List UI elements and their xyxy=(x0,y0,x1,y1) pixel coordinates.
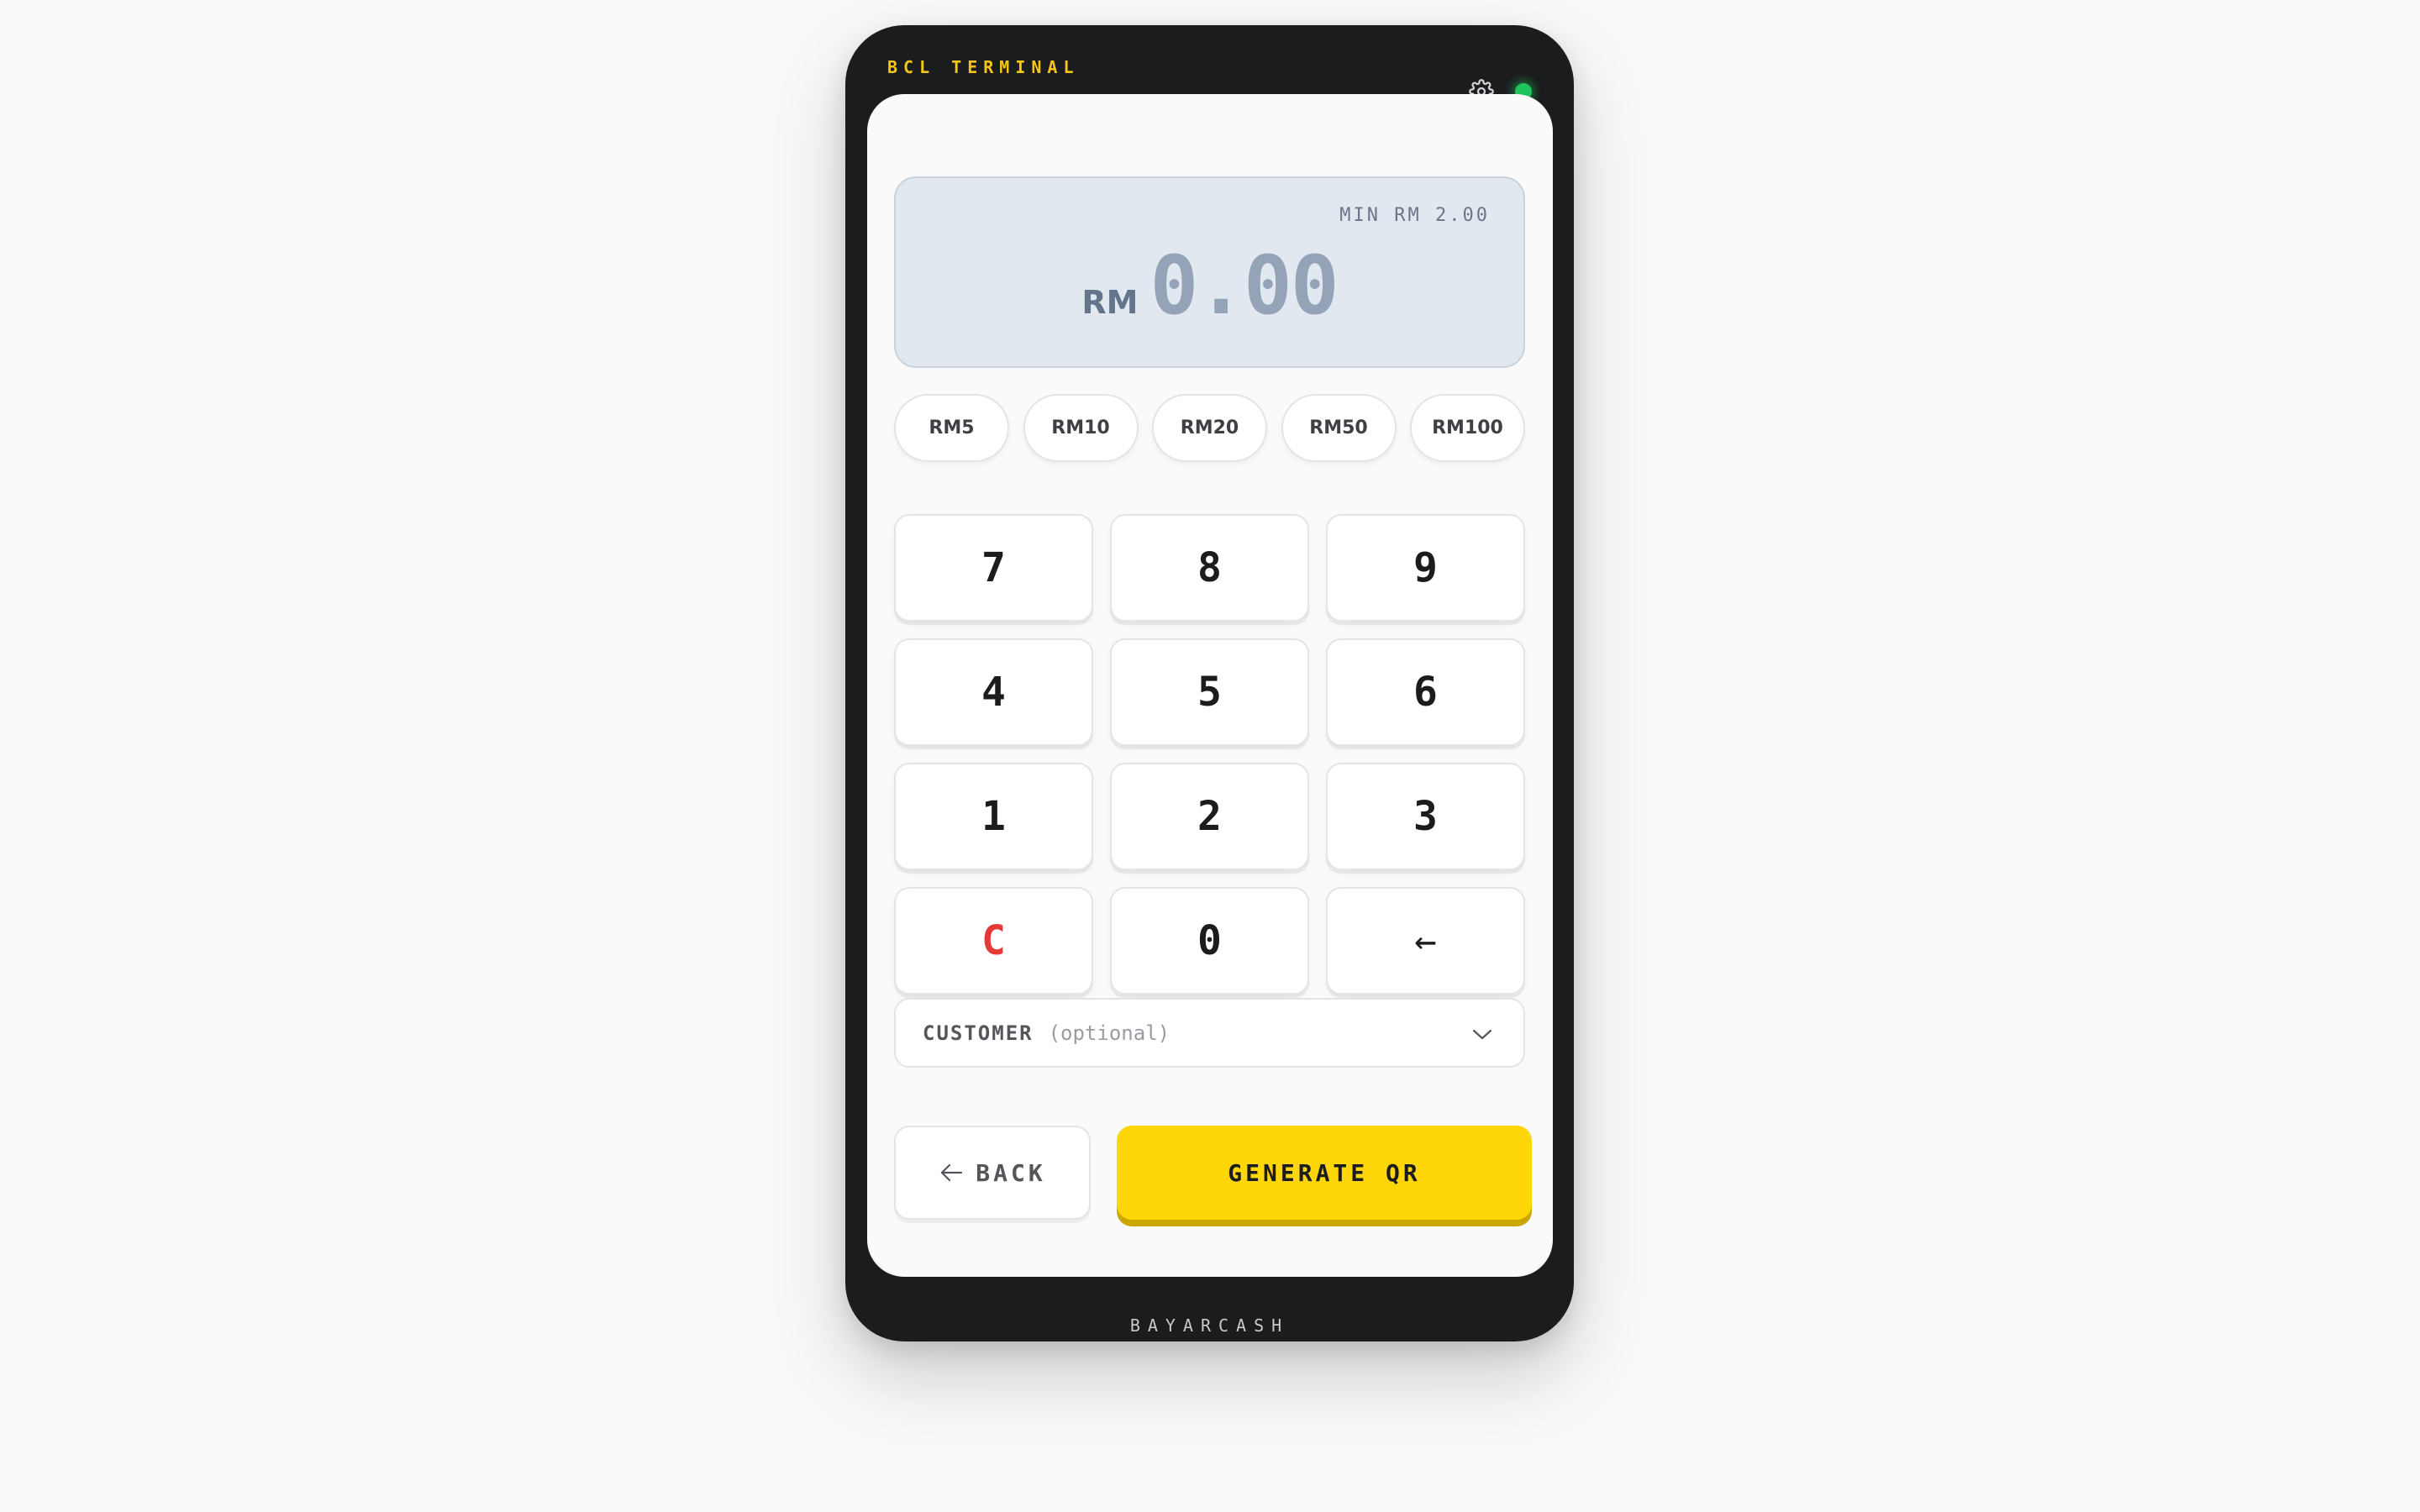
key-6[interactable]: 6 xyxy=(1326,638,1525,746)
key-5[interactable]: 5 xyxy=(1110,638,1309,746)
arrow-left-icon xyxy=(939,1162,964,1184)
terminal-brand: BCL TERMINAL xyxy=(887,57,1080,77)
quick-amount-rm100[interactable]: RM100 xyxy=(1410,394,1525,462)
currency-label: RM xyxy=(1081,284,1139,321)
key-7[interactable]: 7 xyxy=(894,514,1093,622)
amount-display: MIN RM 2.00 RM 0.00 xyxy=(894,176,1525,368)
key-1[interactable]: 1 xyxy=(894,763,1093,870)
numeric-keypad: 7 8 9 4 5 6 1 2 3 C 0 ← xyxy=(894,514,1525,995)
key-8[interactable]: 8 xyxy=(1110,514,1309,622)
back-label: BACK xyxy=(976,1158,1046,1187)
key-4[interactable]: 4 xyxy=(894,638,1093,746)
terminal-device: BCL TERMINAL MIN RM 2.00 RM 0.00 RM5 RM10… xyxy=(845,25,1574,1341)
key-3[interactable]: 3 xyxy=(1326,763,1525,870)
key-2[interactable]: 2 xyxy=(1110,763,1309,870)
backspace-button[interactable]: ← xyxy=(1326,887,1525,995)
customer-select[interactable]: CUSTOMER (optional) xyxy=(894,998,1525,1068)
minimum-amount-label: MIN RM 2.00 xyxy=(1339,205,1490,226)
quick-amount-rm5[interactable]: RM5 xyxy=(894,394,1009,462)
clear-button[interactable]: C xyxy=(894,887,1093,995)
customer-optional-hint: (optional) xyxy=(1048,1021,1171,1045)
quick-amount-rm20[interactable]: RM20 xyxy=(1152,394,1267,462)
terminal-header: BCL TERMINAL xyxy=(845,25,1574,104)
back-button[interactable]: BACK xyxy=(894,1126,1091,1220)
quick-amounts: RM5 RM10 RM20 RM50 RM100 xyxy=(894,394,1525,462)
generate-qr-button[interactable]: GENERATE QR xyxy=(1117,1126,1532,1220)
amount-row: RM 0.00 xyxy=(896,239,1523,333)
quick-amount-rm50[interactable]: RM50 xyxy=(1281,394,1397,462)
amount-value: 0.00 xyxy=(1150,239,1339,333)
chevron-down-icon xyxy=(1471,1025,1493,1043)
terminal-screen: MIN RM 2.00 RM 0.00 RM5 RM10 RM20 RM50 RM… xyxy=(867,94,1553,1277)
quick-amount-rm10[interactable]: RM10 xyxy=(1023,394,1139,462)
footer-brand: BAYARCASH xyxy=(1129,1315,1290,1336)
key-9[interactable]: 9 xyxy=(1326,514,1525,622)
customer-label: CUSTOMER xyxy=(923,1021,1034,1045)
key-0[interactable]: 0 xyxy=(1110,887,1309,995)
